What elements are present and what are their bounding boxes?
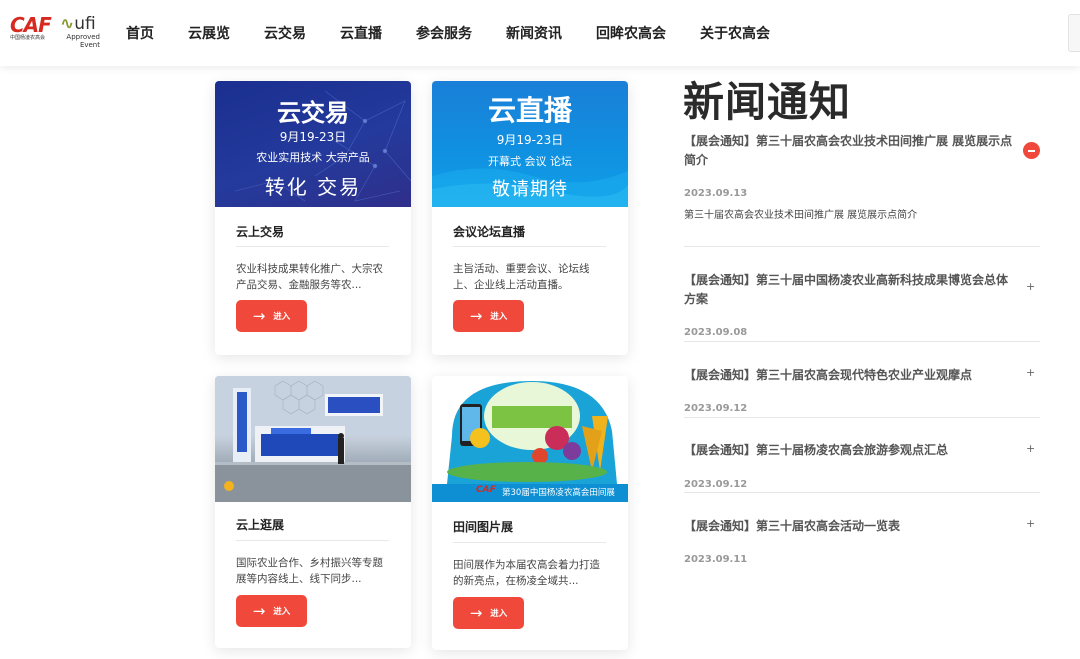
expand-icon[interactable]: + xyxy=(1026,280,1035,293)
ufi-logo-text: ufi xyxy=(74,14,96,34)
news-date: 2023.09.12 xyxy=(684,479,748,490)
news-divider xyxy=(684,492,1040,493)
ufi-logo-mark: ∿ufi xyxy=(60,14,96,34)
ufi-event-text: Event xyxy=(79,41,100,49)
card-divider xyxy=(453,542,606,543)
nav-item-services[interactable]: 参会服务 xyxy=(416,23,472,43)
virtual-hall-image xyxy=(215,376,411,502)
main-nav: 首页 云展览 云交易 云直播 参会服务 新闻资讯 回眸农高会 关于农高会 xyxy=(126,0,804,66)
banner-date: 9月19-23日 xyxy=(279,130,347,144)
card-divider xyxy=(236,540,389,541)
card-divider xyxy=(236,246,389,247)
card-description: 国际农业合作、乡村振兴等专题展等内容线上、线下同步... xyxy=(236,557,383,585)
card-description: 田间展作为本届农高会着力打造的新亮点，在杨凌全域共... xyxy=(453,559,600,587)
card-description: 主旨活动、重要会议、论坛线上、企业线上活动直播。 xyxy=(453,263,590,291)
ufi-logo: ∿ufi Approved Event xyxy=(60,15,104,49)
banner-subline: 开幕式 会议 论坛 xyxy=(488,155,572,168)
news-item-title[interactable]: 【展会通知】第三十届中国杨凌农业高新科技成果博览会总体方案 xyxy=(684,271,1014,309)
nav-item-about[interactable]: 关于农高会 xyxy=(700,23,770,43)
expand-icon[interactable]: + xyxy=(1026,366,1035,379)
card-field-photos: CAF 第30届中国杨凌农高会田间展 田间图片展 田间展作为本届农高会着力打造的… xyxy=(432,376,628,650)
arrow-right-icon: → xyxy=(252,306,266,325)
news-divider xyxy=(684,417,1040,418)
news-divider xyxy=(684,341,1040,342)
expand-icon[interactable]: + xyxy=(1026,517,1035,530)
news-date: 2023.09.12 xyxy=(684,403,748,414)
nav-item-home[interactable]: 首页 xyxy=(126,23,154,43)
enter-button-label: 进入 xyxy=(273,607,291,617)
collapse-icon[interactable] xyxy=(1023,142,1040,159)
card-divider xyxy=(453,246,606,247)
banner-big-text: 敬请期待 xyxy=(492,179,568,200)
news-divider xyxy=(684,246,1040,247)
nav-item-cloud-exhibition[interactable]: 云展览 xyxy=(188,23,230,43)
enter-button-label: 进入 xyxy=(273,312,291,322)
enter-button-label: 进入 xyxy=(490,609,508,619)
nav-item-cloud-live[interactable]: 云直播 xyxy=(340,23,382,43)
enter-button[interactable]: → 进入 xyxy=(236,300,307,332)
header: CAF 中国杨凌农高会 ∿ufi Approved Event 首页 云展览 云… xyxy=(0,0,1080,66)
card-cloud-tour: 云上逛展 国际农业合作、乡村振兴等专题展等内容线上、线下同步... → 进入 xyxy=(215,376,411,648)
card-title: 云上交易 xyxy=(236,225,285,239)
card-title: 云上逛展 xyxy=(236,518,285,532)
header-search-box[interactable] xyxy=(1068,14,1080,52)
arrow-right-icon: → xyxy=(469,603,483,622)
news-summary[interactable]: 第三十届农高会农业技术田间推广展 展览展示点简介 xyxy=(684,206,917,221)
nav-item-news[interactable]: 新闻资讯 xyxy=(506,23,562,43)
cloud-tour-banner[interactable] xyxy=(215,376,411,502)
cloud-live-banner[interactable]: 云直播 9月19-23日 开幕式 会议 论坛 敬请期待 xyxy=(432,81,628,207)
card-title: 田间图片展 xyxy=(453,520,514,534)
card-title: 会议论坛直播 xyxy=(453,225,526,239)
cloud-trade-banner[interactable]: 云交易 9月19-23日 农业实用技术 大宗产品 转化 交易 xyxy=(215,81,411,207)
expand-icon[interactable]: + xyxy=(1026,442,1035,455)
card-cloud-live: 云直播 9月19-23日 开幕式 会议 论坛 敬请期待 会议论坛直播 主旨活动、… xyxy=(432,81,628,355)
arrow-right-icon: → xyxy=(252,601,266,620)
banner-subline: 农业实用技术 大宗产品 xyxy=(256,151,370,164)
nav-item-cloud-trade[interactable]: 云交易 xyxy=(264,23,306,43)
field-exhibition-image xyxy=(432,381,628,502)
card-cloud-trade: 云交易 9月19-23日 农业实用技术 大宗产品 转化 交易 云上交易 农业科技… xyxy=(215,81,411,355)
enter-button[interactable]: → 进入 xyxy=(453,597,524,629)
banner-big-text: 转化 交易 xyxy=(264,175,362,199)
news-item-title[interactable]: 【展会通知】第三十届杨凌农高会旅游参观点汇总 xyxy=(684,441,1014,460)
caf-logo[interactable]: CAF 中国杨凌农高会 xyxy=(10,15,54,49)
news-item-title[interactable]: 【展会通知】第三十届农高会活动一览表 xyxy=(684,517,1014,536)
banner-title: 云交易 xyxy=(277,99,349,127)
enter-button-label: 进入 xyxy=(490,312,508,322)
enter-button[interactable]: → 进入 xyxy=(236,595,307,627)
arrow-right-icon: → xyxy=(469,306,483,325)
ufi-approved-text: Approved xyxy=(66,33,100,41)
news-item-title[interactable]: 【展会通知】第三十届农高会现代特色农业产业观摩点 xyxy=(684,366,1014,385)
news-date: 2023.09.08 xyxy=(684,327,748,338)
nav-item-review[interactable]: 回眸农高会 xyxy=(596,23,666,43)
news-item-title[interactable]: 【展会通知】第三十届农高会农业技术田间推广展 展览展示点简介 xyxy=(684,132,1014,170)
banner-caption: 第30届中国杨凌农高会田间展 xyxy=(502,488,615,498)
caf-small-logo: CAF xyxy=(476,485,496,495)
card-description: 农业科技成果转化推广、大宗农产品交易、金融服务等农... xyxy=(236,263,383,291)
field-photos-banner[interactable]: CAF 第30届中国杨凌农高会田间展 xyxy=(432,376,628,502)
enter-button[interactable]: → 进入 xyxy=(453,300,524,332)
caf-logo-text: CAF xyxy=(10,13,52,37)
news-date: 2023.09.11 xyxy=(684,554,748,565)
banner-title: 云直播 xyxy=(487,94,572,127)
news-date: 2023.09.13 xyxy=(684,188,748,199)
banner-date: 9月19-23日 xyxy=(496,133,564,147)
news-heading: 新闻通知 xyxy=(683,78,851,126)
